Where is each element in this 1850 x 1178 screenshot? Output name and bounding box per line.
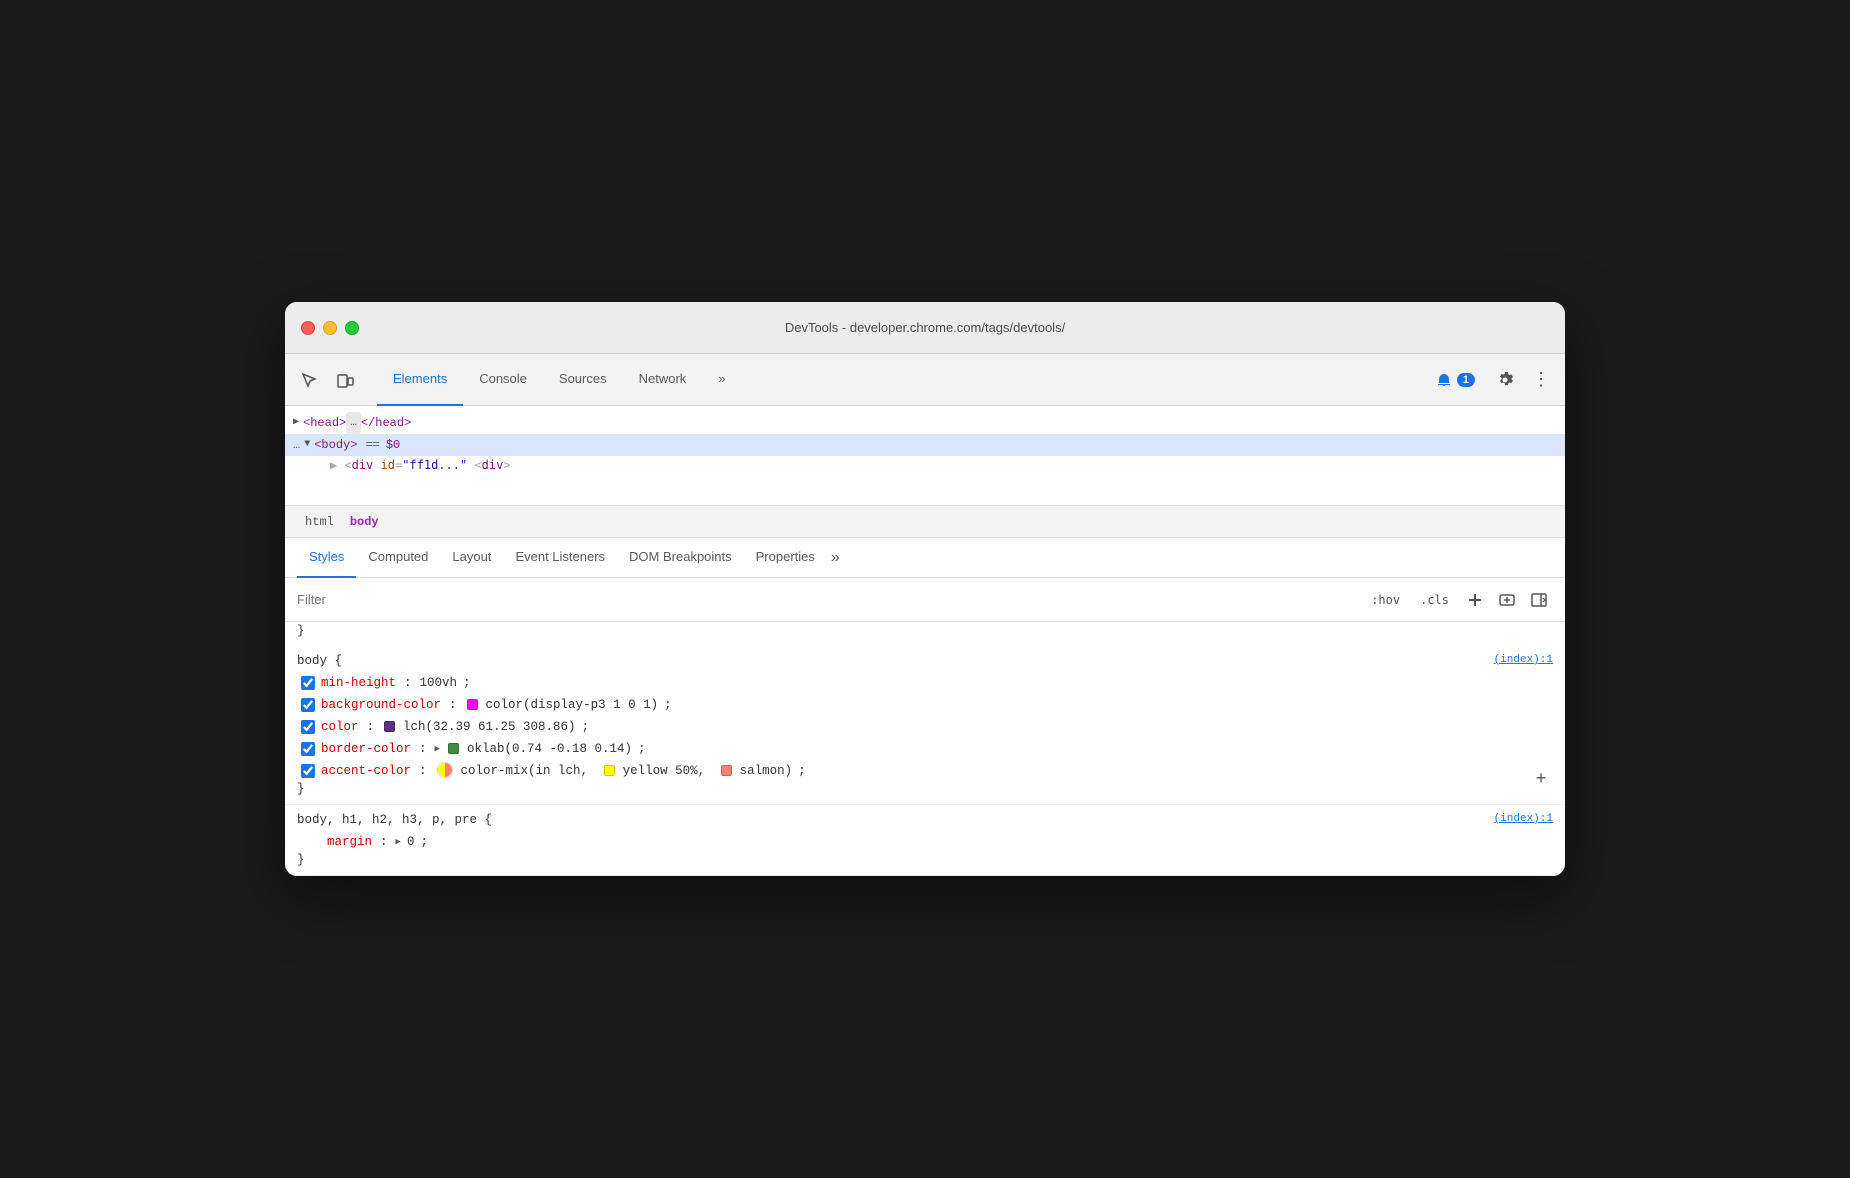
prop-checkbox-border-color[interactable]	[301, 742, 315, 756]
rule1-closing-brace: }	[297, 782, 1553, 796]
css-prop-accent-color: accent-color: color-mix(in lch, yellow 5…	[297, 760, 1553, 782]
css-source-link-2[interactable]: (index):1	[1494, 813, 1553, 825]
yellow-swatch[interactable]	[604, 765, 615, 776]
css-rule-body-headings: (index):1 body, h1, h2, h3, p, pre { mar…	[285, 805, 1565, 876]
add-property-button[interactable]: +	[1529, 768, 1553, 792]
closing-brace-prev: }	[285, 622, 1565, 646]
dom-body-line[interactable]: … ▼ <body> == $0	[285, 434, 1565, 456]
tab-elements[interactable]: Elements	[377, 354, 463, 406]
accent-color-mixed-swatch[interactable]	[437, 762, 453, 778]
tab-computed[interactable]: Computed	[356, 538, 440, 578]
css-rules-panel: } (index):1 body { min-height: 100vh; ba…	[285, 622, 1565, 876]
traffic-lights	[301, 321, 359, 335]
tab-console[interactable]: Console	[463, 354, 543, 406]
salmon-swatch[interactable]	[721, 765, 732, 776]
tab-dom-breakpoints[interactable]: DOM Breakpoints	[617, 538, 744, 578]
maximize-button[interactable]	[345, 321, 359, 335]
notification-button[interactable]: 1	[1425, 367, 1485, 393]
body-expand-arrow[interactable]: ▼	[304, 434, 310, 456]
devtools-right-controls: 1 ⋮	[1425, 364, 1557, 396]
tab-network[interactable]: Network	[623, 354, 703, 406]
css-selector-body-headings[interactable]: body, h1, h2, h3, p, pre {	[297, 813, 1553, 827]
head-expand-arrow[interactable]: ▶	[293, 412, 299, 434]
breadcrumb: html body	[285, 506, 1565, 538]
devtools-toolbar-icons	[293, 364, 361, 396]
prop-checkbox-background-color[interactable]	[301, 698, 315, 712]
breadcrumb-body[interactable]: body	[342, 513, 387, 531]
css-source-link-1[interactable]: (index):1	[1494, 654, 1553, 666]
styles-panel-tabs: Styles Computed Layout Event Listeners D…	[285, 538, 1565, 578]
dom-head-line[interactable]: ▶ <head> … </head>	[293, 412, 1557, 434]
css-prop-margin: margin: ▶ 0;	[297, 831, 1553, 853]
css-prop-color: color: lch(32.39 61.25 308.86);	[297, 716, 1553, 738]
notification-count: 1	[1457, 373, 1475, 387]
margin-expand[interactable]: ▶	[396, 831, 401, 853]
css-prop-border-color: border-color: ▶ oklab(0.74 -0.18 0.14);	[297, 738, 1553, 760]
title-bar: DevTools - developer.chrome.com/tags/dev…	[285, 302, 1565, 354]
tabs-more-button[interactable]: »	[831, 549, 840, 567]
window-title: DevTools - developer.chrome.com/tags/dev…	[785, 320, 1065, 335]
rule2-closing-brace: }	[297, 853, 1553, 867]
minimize-button[interactable]	[323, 321, 337, 335]
css-prop-background-color: background-color: color(display-p3 1 0 1…	[297, 694, 1553, 716]
color-swatch[interactable]	[384, 721, 395, 732]
close-button[interactable]	[301, 321, 315, 335]
device-toolbar-button[interactable]	[329, 364, 361, 396]
dom-tree-panel: ▶ <head> … </head> … ▼ <body> == $0 ▶ <d…	[285, 406, 1565, 506]
prop-checkbox-accent-color[interactable]	[301, 764, 315, 778]
prop-checkbox-min-height[interactable]	[301, 676, 315, 690]
css-rule-body: (index):1 body { min-height: 100vh; back…	[285, 646, 1565, 805]
tab-properties[interactable]: Properties	[744, 538, 827, 578]
filter-actions: :hov .cls	[1363, 586, 1553, 614]
css-selector-body[interactable]: body {	[297, 654, 1553, 668]
tab-more[interactable]: »	[702, 354, 741, 406]
hov-button[interactable]: :hov	[1363, 591, 1408, 609]
more-options-button[interactable]: ⋮	[1525, 364, 1557, 396]
devtools-main-tabs: Elements Console Sources Network »	[377, 354, 1425, 406]
background-color-swatch[interactable]	[467, 699, 478, 710]
tab-layout[interactable]: Layout	[440, 538, 503, 578]
tab-styles[interactable]: Styles	[297, 538, 356, 578]
cls-button[interactable]: .cls	[1412, 591, 1457, 609]
filter-bar: :hov .cls	[285, 578, 1565, 622]
dom-partial-line: ▶ <div id="ff1d..." <div>	[293, 456, 1557, 474]
breadcrumb-html[interactable]: html	[297, 513, 342, 531]
tab-event-listeners[interactable]: Event Listeners	[503, 538, 617, 578]
tab-sources[interactable]: Sources	[543, 354, 623, 406]
css-prop-min-height: min-height: 100vh;	[297, 672, 1553, 694]
border-color-swatch[interactable]	[448, 743, 459, 754]
inspect-element-button[interactable]	[293, 364, 325, 396]
devtools-window: DevTools - developer.chrome.com/tags/dev…	[285, 302, 1565, 876]
sidebar-toggle-button[interactable]	[1525, 586, 1553, 614]
element-state-toggle[interactable]	[1493, 586, 1521, 614]
filter-input[interactable]	[297, 592, 1355, 607]
settings-button[interactable]	[1489, 364, 1521, 396]
add-style-rule-button[interactable]	[1461, 586, 1489, 614]
border-color-expand[interactable]: ▶	[435, 738, 440, 760]
devtools-topbar: Elements Console Sources Network » 1	[285, 354, 1565, 406]
head-ellipsis[interactable]: …	[346, 412, 361, 434]
prop-checkbox-color[interactable]	[301, 720, 315, 734]
